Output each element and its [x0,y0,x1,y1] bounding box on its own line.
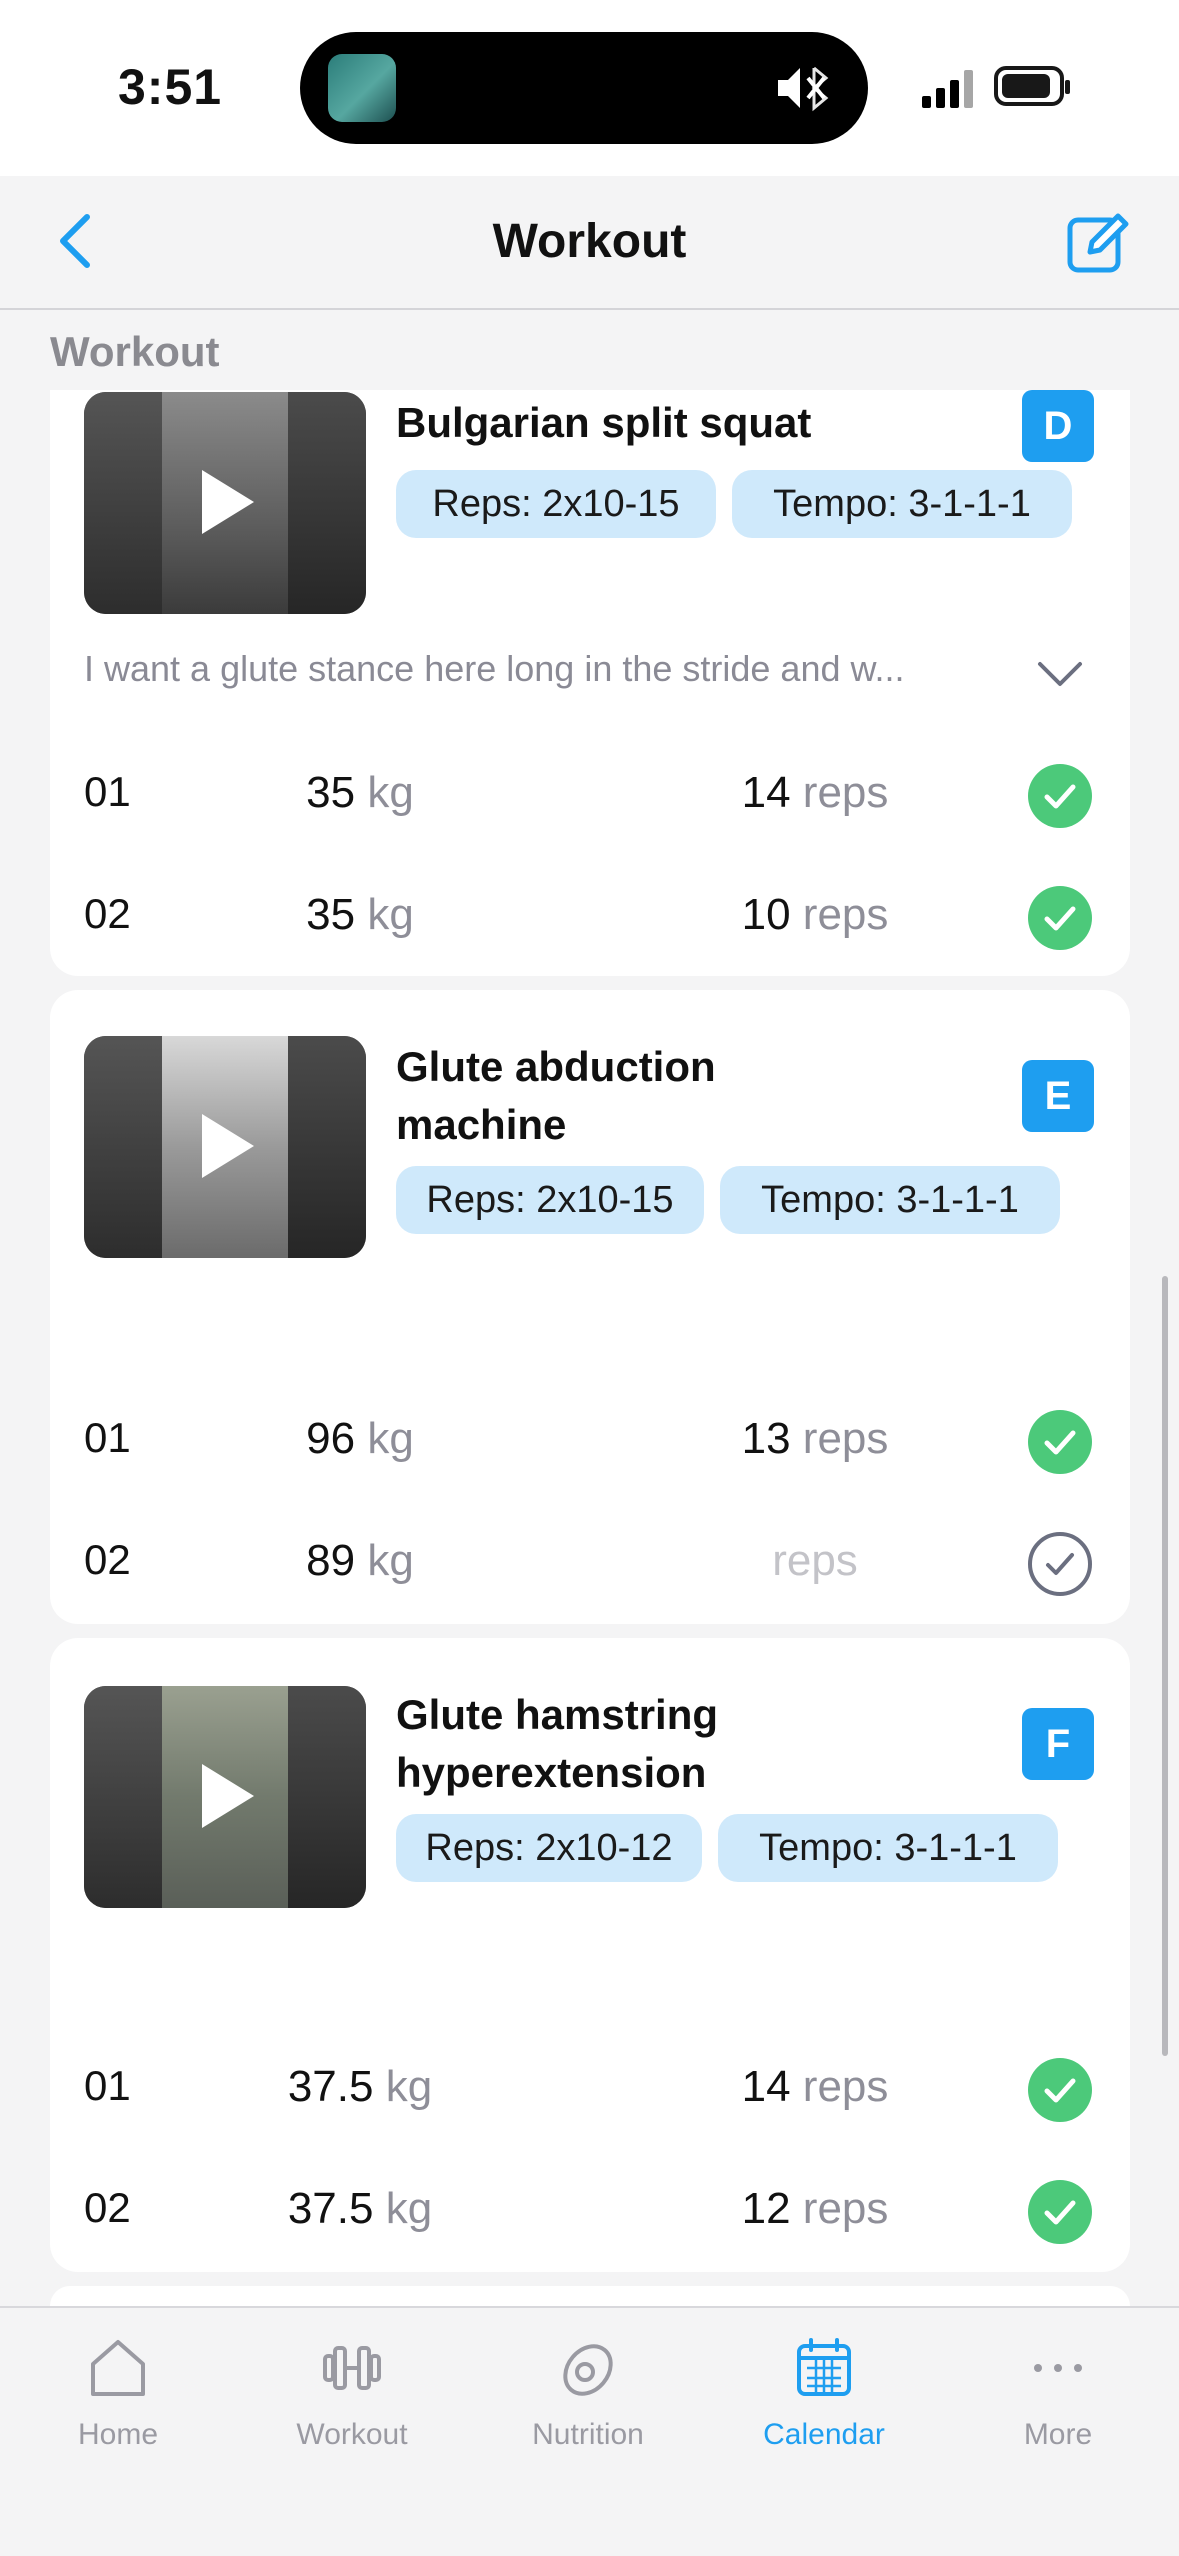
set-row[interactable]: 02 37.5 kg 12 reps [50,2160,1130,2260]
tab-more[interactable]: More [958,2336,1158,2486]
tempo-chip: Tempo: 3-1-1-1 [732,470,1072,538]
exercise-badge: D [1022,390,1094,462]
set-number: 01 [84,1414,131,1461]
set-complete-check-icon[interactable] [1028,2180,1092,2244]
set-reps[interactable]: 14 reps [650,768,980,818]
set-weight[interactable]: 89 kg [250,1536,470,1586]
set-number: 01 [84,768,131,815]
play-icon [202,470,254,534]
play-icon [202,1764,254,1828]
exercise-video-thumbnail[interactable] [84,392,366,614]
set-reps-input[interactable]: reps [650,1536,980,1586]
status-time: 3:51 [118,59,223,115]
exercise-name: Glute hamstring hyperextension [396,1691,719,1796]
play-icon [202,1114,254,1178]
tempo-chip: Tempo: 3-1-1-1 [720,1166,1060,1234]
calendar-icon [797,2338,851,2396]
set-complete-check-icon[interactable] [1028,764,1092,828]
exercise-card-d[interactable]: Bulgarian split squat D Reps: 2x10-15 Te… [50,360,1130,976]
section-title: Workout [50,328,220,375]
edit-icon[interactable] [1066,210,1132,276]
set-weight[interactable]: 35 kg [250,768,470,818]
mute-bluetooth-icon [778,66,829,112]
set-complete-check-icon[interactable] [1028,1410,1092,1474]
exercise-card-f[interactable]: Glute hamstring hyperextension F Reps: 2… [50,1638,1130,2272]
home-icon [91,2340,145,2396]
set-row[interactable]: 02 89 kg reps [50,1512,1130,1612]
exercise-name: Glute abduction machine [396,1043,716,1148]
tempo-chip: Tempo: 3-1-1-1 [718,1814,1058,1882]
tab-label: Calendar [763,2418,885,2451]
set-row[interactable]: 01 35 kg 14 reps [50,744,1130,844]
more-icon [1034,2364,1082,2372]
set-weight[interactable]: 37.5 kg [250,2062,470,2112]
exercise-video-thumbnail[interactable] [84,1036,366,1258]
navigation-bar: Workout [0,176,1179,310]
status-bar: 3:51 [0,0,1179,176]
set-reps[interactable]: 12 reps [650,2184,980,2234]
exercise-badge: E [1022,1060,1094,1132]
set-complete-check-icon[interactable] [1028,886,1092,950]
tab-label: More [1023,2418,1093,2451]
scrollbar[interactable] [1162,1276,1168,2056]
tab-workout[interactable]: Workout [252,2336,452,2486]
set-weight[interactable]: 37.5 kg [250,2184,470,2234]
tab-home[interactable]: Home [18,2336,218,2486]
tab-label: Nutrition [532,2418,644,2451]
exercise-note[interactable]: I want a glute stance here long in the s… [84,648,1044,690]
set-row[interactable]: 02 35 kg 10 reps [50,866,1130,966]
set-row[interactable]: 01 37.5 kg 14 reps [50,2038,1130,2138]
tab-bar: Home Workout Nutrition Calendar More [0,2306,1179,2556]
reps-chip: Reps: 2x10-12 [396,1814,702,1882]
reps-chip: Reps: 2x10-15 [396,470,716,538]
dynamic-island[interactable] [300,32,868,144]
section-header: Workout [0,312,1179,390]
set-complete-check-icon[interactable] [1028,2058,1092,2122]
dumbbell-icon [323,2346,381,2390]
set-weight[interactable]: 96 kg [250,1414,470,1464]
exercise-name: Bulgarian split squat [396,399,812,446]
reps-chip: Reps: 2x10-15 [396,1166,704,1234]
set-row[interactable]: 01 96 kg 13 reps [50,1390,1130,1490]
exercise-video-thumbnail[interactable] [84,1686,366,1908]
chevron-down-icon[interactable] [1030,656,1090,696]
battery-icon [994,66,1070,106]
set-number: 02 [84,2184,131,2231]
tab-calendar[interactable]: Calendar [724,2336,924,2486]
set-number: 02 [84,890,131,937]
set-incomplete-check-icon[interactable] [1028,1532,1092,1596]
set-number: 02 [84,1536,131,1583]
set-number: 01 [84,2062,131,2109]
tab-label: Workout [296,2418,408,2451]
set-reps[interactable]: 14 reps [650,2062,980,2112]
exercise-badge: F [1022,1708,1094,1780]
set-reps[interactable]: 13 reps [650,1414,980,1464]
tab-label: Home [77,2418,159,2451]
now-playing-artwork [328,54,396,122]
tab-nutrition[interactable]: Nutrition [488,2336,688,2486]
exercise-card-e[interactable]: Glute abduction machine E Reps: 2x10-15 … [50,990,1130,1624]
set-weight[interactable]: 35 kg [250,890,470,940]
avocado-icon [563,2344,613,2396]
page-title: Workout [492,215,687,268]
cellular-signal-icon [922,68,978,108]
set-reps[interactable]: 10 reps [650,890,980,940]
